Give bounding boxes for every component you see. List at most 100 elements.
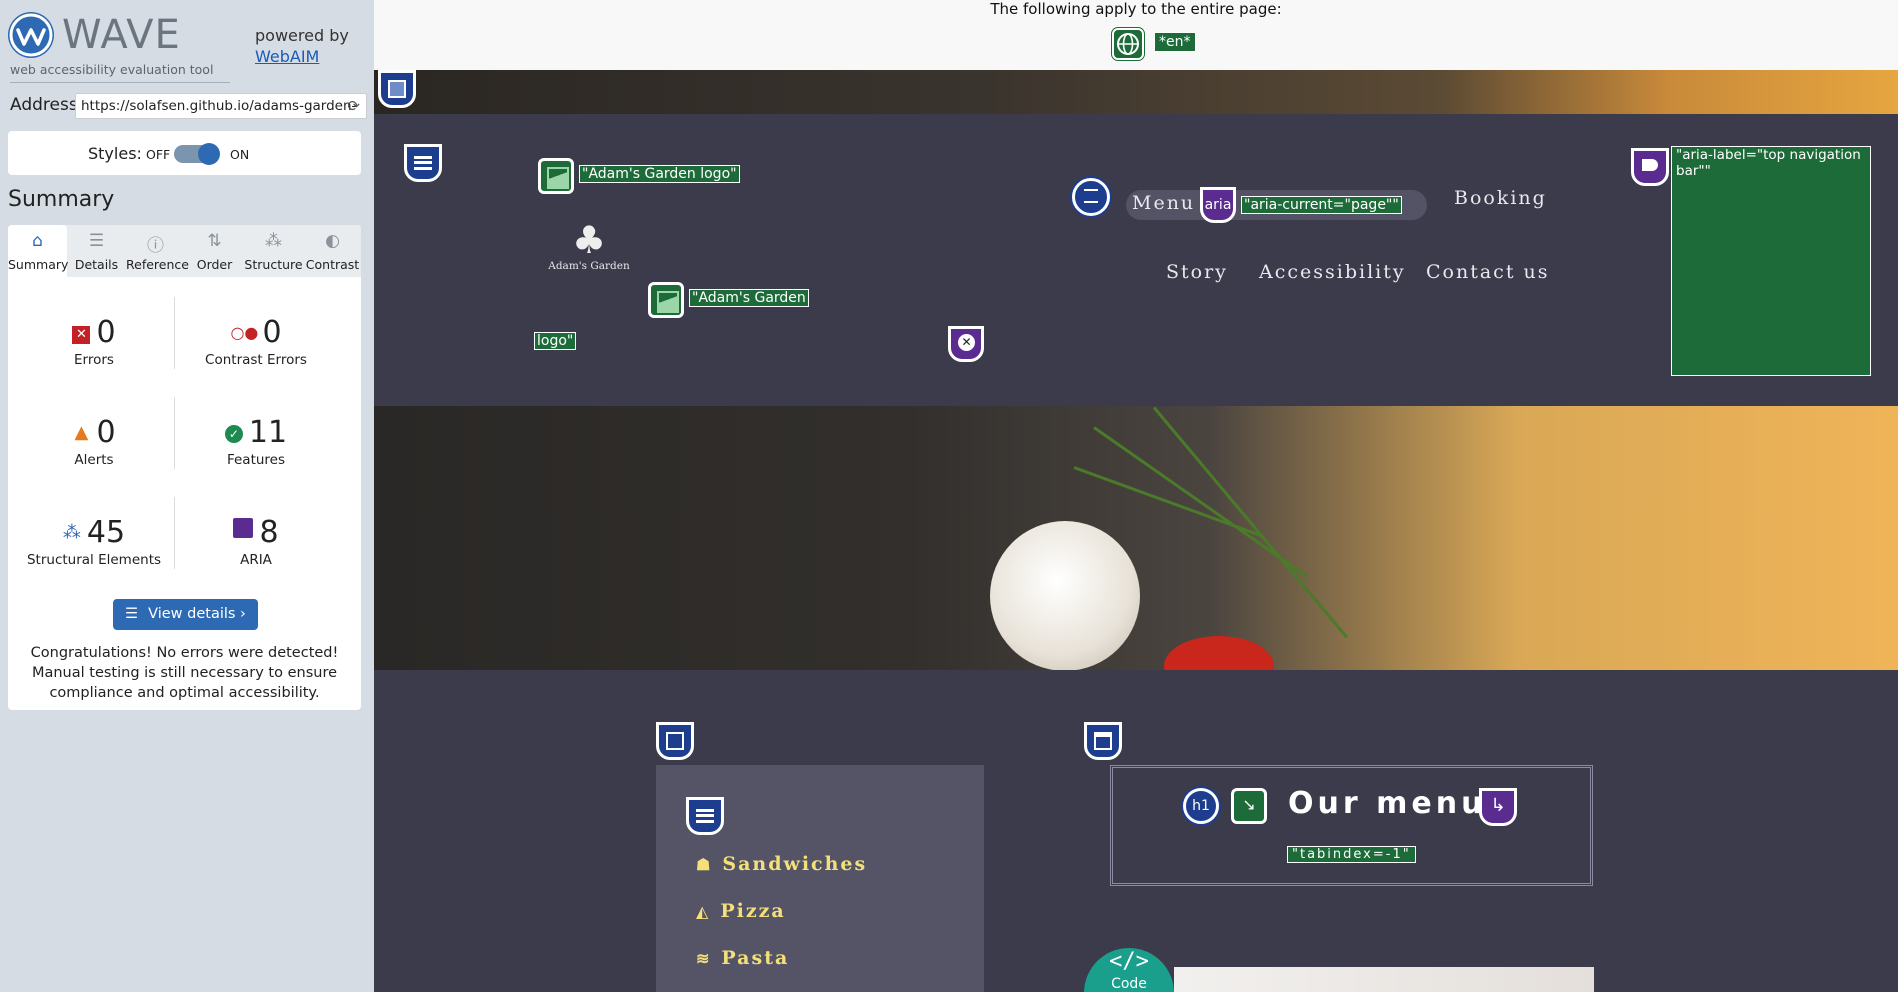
- food-link-label: Sandwiches: [722, 853, 868, 875]
- lines-glyph: [414, 156, 432, 170]
- list-icon: ☰: [125, 606, 139, 622]
- nav-link-accessibility[interactable]: Accessibility: [1259, 261, 1406, 283]
- home-icon: ⌂: [32, 231, 43, 251]
- alerts-count: 0: [96, 415, 116, 450]
- structure-icon: ⁂: [62, 522, 81, 543]
- tab-structure[interactable]: ⁂ Structure: [244, 225, 303, 277]
- address-label: Address:: [10, 95, 84, 115]
- food-link-label: Pasta: [721, 947, 790, 969]
- language-tag: *en*: [1154, 32, 1196, 52]
- header-structure-icon[interactable]: [404, 144, 442, 182]
- nav-link-story[interactable]: Story: [1166, 261, 1228, 283]
- aria-label-tag-icon[interactable]: [1631, 148, 1669, 186]
- stat-alerts[interactable]: ▲ 0 Alerts: [14, 415, 174, 468]
- stat-features[interactable]: ✓ 11 Features: [176, 415, 336, 468]
- divider: [174, 297, 175, 369]
- aria-badge-icon[interactable]: aria: [1200, 187, 1236, 223]
- address-input[interactable]: https://solafsen.github.io/adams-garden-…: [75, 93, 367, 119]
- features-count: 11: [248, 415, 288, 450]
- aria-label: ARIA: [240, 552, 272, 568]
- tab-reference[interactable]: ⓘ Reference: [126, 225, 189, 277]
- aside-region-icon[interactable]: [656, 722, 694, 760]
- aria-label-box: "aria-label="top navigation bar"": [1671, 146, 1871, 376]
- divider: [174, 497, 175, 569]
- tab-order[interactable]: ⇅ Order: [185, 225, 244, 277]
- tabindex-label: "tabindex=-1": [1287, 846, 1416, 863]
- image-alt-icon[interactable]: [648, 282, 684, 318]
- page-notes-bar: The following apply to the entire page: …: [374, 0, 1898, 70]
- tab-contrast[interactable]: ◐ Contrast: [303, 225, 362, 277]
- tag-glyph: [1642, 159, 1658, 171]
- styles-toggle[interactable]: [174, 143, 220, 165]
- aria-hidden-icon[interactable]: [948, 326, 984, 362]
- tabindex-icon[interactable]: ↳: [1479, 788, 1517, 826]
- stat-aria[interactable]: 8 ARIA: [176, 515, 336, 568]
- congrats-message: Congratulations! No errors were detected…: [30, 645, 339, 701]
- alert-icon: ▲: [74, 422, 89, 443]
- logo-caption: Adam's Garden: [548, 260, 630, 272]
- banner-image-strip: [374, 70, 1898, 114]
- stat-errors[interactable]: ✕ 0 Errors: [14, 315, 174, 368]
- stat-structural[interactable]: ⁂ 45 Structural Elements: [14, 515, 174, 568]
- evaluated-page: The following apply to the entire page: …: [374, 0, 1898, 992]
- tab-details[interactable]: ☰ Details: [67, 225, 126, 277]
- garlic-shape: [990, 521, 1140, 671]
- address-value: https://solafsen.github.io/adams-garden-: [81, 98, 357, 114]
- view-details-button[interactable]: ☰ View details ›: [113, 599, 258, 630]
- hero-image: [374, 406, 1898, 696]
- styles-off-label: OFF: [146, 147, 171, 162]
- aria-current-label: "aria-current="page"": [1241, 196, 1402, 214]
- nav-link-booking[interactable]: Booking: [1454, 187, 1547, 209]
- tab-label: Summary: [8, 257, 69, 272]
- region-glyph: [666, 732, 684, 750]
- features-label: Features: [226, 452, 286, 468]
- code-toggle-button[interactable]: </> Code: [1084, 948, 1174, 992]
- image-alt-icon[interactable]: [538, 158, 574, 194]
- skip-target-icon[interactable]: ↘: [1231, 788, 1267, 824]
- food-link-label: Pizza: [720, 900, 786, 922]
- nav-link-contact[interactable]: Contact us: [1426, 261, 1549, 283]
- header-region-icon[interactable]: [378, 70, 416, 108]
- structural-count: 45: [86, 515, 126, 550]
- logo-alt-label: "Adam's Garden: [689, 289, 809, 307]
- food-link-pizza[interactable]: ◭ Pizza: [696, 900, 786, 922]
- order-icon: ⇅: [207, 231, 222, 251]
- styles-label: Styles:: [88, 144, 142, 163]
- wave-logo-icon: [8, 12, 54, 58]
- divider: [10, 82, 230, 83]
- list-glyph: [1084, 189, 1098, 203]
- errors-label: Errors: [74, 352, 114, 368]
- nav-link-menu[interactable]: Menu: [1132, 192, 1195, 214]
- tab-summary[interactable]: ⌂ Summary: [8, 225, 69, 277]
- page-title: Our menu: [1288, 786, 1487, 821]
- language-globe-icon[interactable]: [1112, 28, 1144, 60]
- wave-sidebar: WAVE web accessibility evaluation tool p…: [0, 0, 374, 992]
- site-logo[interactable]: ♣ Adam's Garden: [544, 220, 634, 272]
- tab-label: Reference: [126, 257, 189, 272]
- lines-glyph: [696, 809, 714, 823]
- stat-contrast-errors[interactable]: ○● 0 Contrast Errors: [176, 315, 336, 368]
- herb-shape: [1152, 406, 1348, 639]
- food-link-pasta[interactable]: ≋ Pasta: [696, 947, 789, 969]
- pasta-icon: ≋: [696, 949, 712, 968]
- webaim-link[interactable]: WebAIM: [255, 47, 319, 66]
- view-details-label: View details ›: [148, 606, 246, 622]
- structural-label: Structural Elements: [26, 552, 162, 568]
- sandwich-icon: ☗: [696, 855, 713, 874]
- structure-icon: ⁂: [265, 231, 282, 251]
- contrast-errors-label: Contrast Errors: [205, 352, 307, 368]
- list-structure-icon[interactable]: [686, 797, 724, 835]
- summary-panel: ⌂ Summary ☰ Details ⓘ Reference ⇅ Order …: [8, 225, 361, 710]
- h1-badge-icon[interactable]: h1: [1183, 788, 1219, 824]
- list-icon: ☰: [88, 231, 105, 251]
- menu-section: ☗ Sandwiches ◭ Pizza ≋ Pasta h1 ↘ Our menu …: [374, 670, 1898, 992]
- main-region-icon[interactable]: [1084, 722, 1122, 760]
- nav-list-icon[interactable]: [1072, 178, 1110, 216]
- region-glyph: [388, 80, 406, 98]
- styles-toggle-box: Styles: OFF ON: [8, 131, 361, 175]
- feature-icon: ✓: [224, 425, 243, 443]
- powered-by-text: powered by: [255, 26, 349, 45]
- food-link-sandwiches[interactable]: ☗ Sandwiches: [696, 853, 867, 875]
- site-header: "Adam's Garden logo" ♣ Adam's Garden "Ad…: [374, 114, 1898, 406]
- reload-icon[interactable]: ⟳: [347, 97, 360, 115]
